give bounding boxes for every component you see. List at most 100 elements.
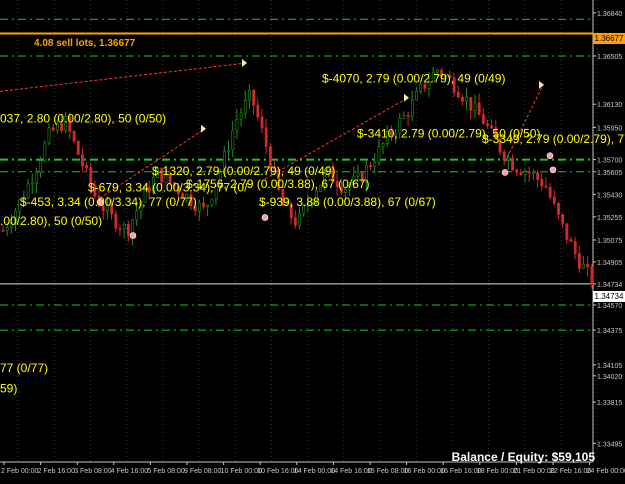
candle-body [456,91,460,98]
candle-body [252,89,256,106]
candle-body [523,171,527,175]
trade-annotation: 77 (0/77) [0,361,48,375]
balance-equity-label: Balance / Equity: $59,105 [451,450,595,464]
candle-body [1,230,5,232]
candle-body [114,213,118,229]
trend-lines [0,59,557,239]
candle-body [30,182,34,185]
time-label: 22 Feb 16:00 [550,468,591,475]
candle-body [260,116,264,129]
candle-body [210,198,214,206]
candle-body [35,171,38,184]
candle-body [577,253,581,269]
trend-arrow [242,59,247,68]
trend-line [0,62,247,92]
candle-body [369,165,372,167]
trade-annotation: $-453, 3.34 (0.00/3.34), 77 (0/77) [20,195,197,209]
price-label: 1.36505 [597,54,622,61]
candle-body [377,146,381,163]
candle-body [461,96,464,102]
candle-body [515,169,519,173]
candle-body [294,217,297,226]
price-label: 1.35700 [597,158,622,165]
price-label: 1.35605 [597,170,622,177]
price-label: 1.35075 [597,238,622,245]
candle-body [502,151,506,161]
candle-body [406,114,410,117]
order-line-label: 4.08 sell lots, 1.36677 [34,38,136,49]
trade-marker [501,169,509,176]
candle-body [532,172,535,175]
candle-body [544,185,548,188]
candle-body [256,104,260,118]
candle-body [381,143,385,147]
candle-body [586,263,590,268]
trade-marker [129,232,137,239]
candle-body [264,127,268,147]
time-label: 5 Feb 08:00 [147,468,184,475]
time-label: 14 Feb 00:00 [294,468,335,475]
trade-annotation: 59) [0,382,17,396]
trade-annotation: $-4070, 2.79 (0.00/2.79), 49 (0/49) [322,71,505,85]
candle-body [239,112,243,120]
chart-grid [0,0,598,463]
trend-line [504,84,544,163]
trade-marker [261,214,269,221]
candle-body [373,162,377,167]
candle-body [81,154,84,166]
candle-body [486,123,489,127]
time-label: 2 Feb 16:00 [38,468,75,475]
price-label: 1.33495 [597,441,622,448]
candle-body [235,118,239,131]
candle-body [507,157,510,161]
trend-arrow [404,93,409,102]
candle-body [477,102,481,115]
price-label: 1.34375 [597,328,622,335]
trade-annotation: $-3349, 2.79 (0.00/2.79), 77 [482,132,625,146]
candle-body [39,160,43,173]
candle-body [135,210,139,221]
time-label: 4 Feb 16:00 [111,468,148,475]
candle-body [85,165,89,168]
candle-body [72,131,76,142]
candle-body [536,172,540,180]
price-label: 1.34905 [597,260,622,267]
candle-body [519,172,523,175]
candle-body [540,179,544,187]
time-label: 21 Feb 00:00 [513,468,554,475]
time-label: 16 Feb 16:00 [440,468,481,475]
trade-annotation: $-939, 3.88 (0.00/3.88), 67 (0/67) [259,195,436,209]
candle-body [473,102,477,111]
price-chart[interactable]: 037, 2.80 (0.00/2.80), 50 (0/50) $-4070, … [0,0,625,484]
candle-body [118,228,122,230]
time-label: 10 Feb 00:00 [221,468,262,475]
time-label: 10 Feb 16:00 [257,468,298,475]
price-label: 1.36130 [597,102,622,109]
trade-annotation: 037, 2.80 (0.00/2.80), 50 (0/50) [0,111,166,125]
trend-arrow [201,124,206,133]
candle-body [227,149,231,152]
candle-body [565,223,569,240]
time-label: 24 Feb 00:00 [587,468,625,475]
bid-price-tag: 1.34734 [593,291,625,302]
candle-body [465,97,469,102]
price-label: 1.36840 [597,11,622,18]
price-label: 1.34020 [597,374,622,381]
candle-body [122,224,126,230]
candle-body [197,202,201,212]
candle-body [511,157,514,171]
time-label: 2 Feb 00:00 [1,468,38,475]
price-label: 1.34570 [597,303,622,310]
trade-annotation: $-1756, 2.79 (0.00/3.88), 67 (0/67) [186,177,369,191]
candle-body [356,172,360,177]
trade-marker [546,152,554,160]
order-price-tag: 1.36677 [593,33,625,44]
time-label: 14 Feb 16:00 [330,468,371,475]
candle-body [481,114,485,125]
candle-body [202,202,205,208]
candle-body [527,171,531,174]
candle-body [243,99,247,114]
price-label: 1.34734 [597,282,622,289]
candle-body [582,263,585,269]
candle-body [590,266,594,286]
